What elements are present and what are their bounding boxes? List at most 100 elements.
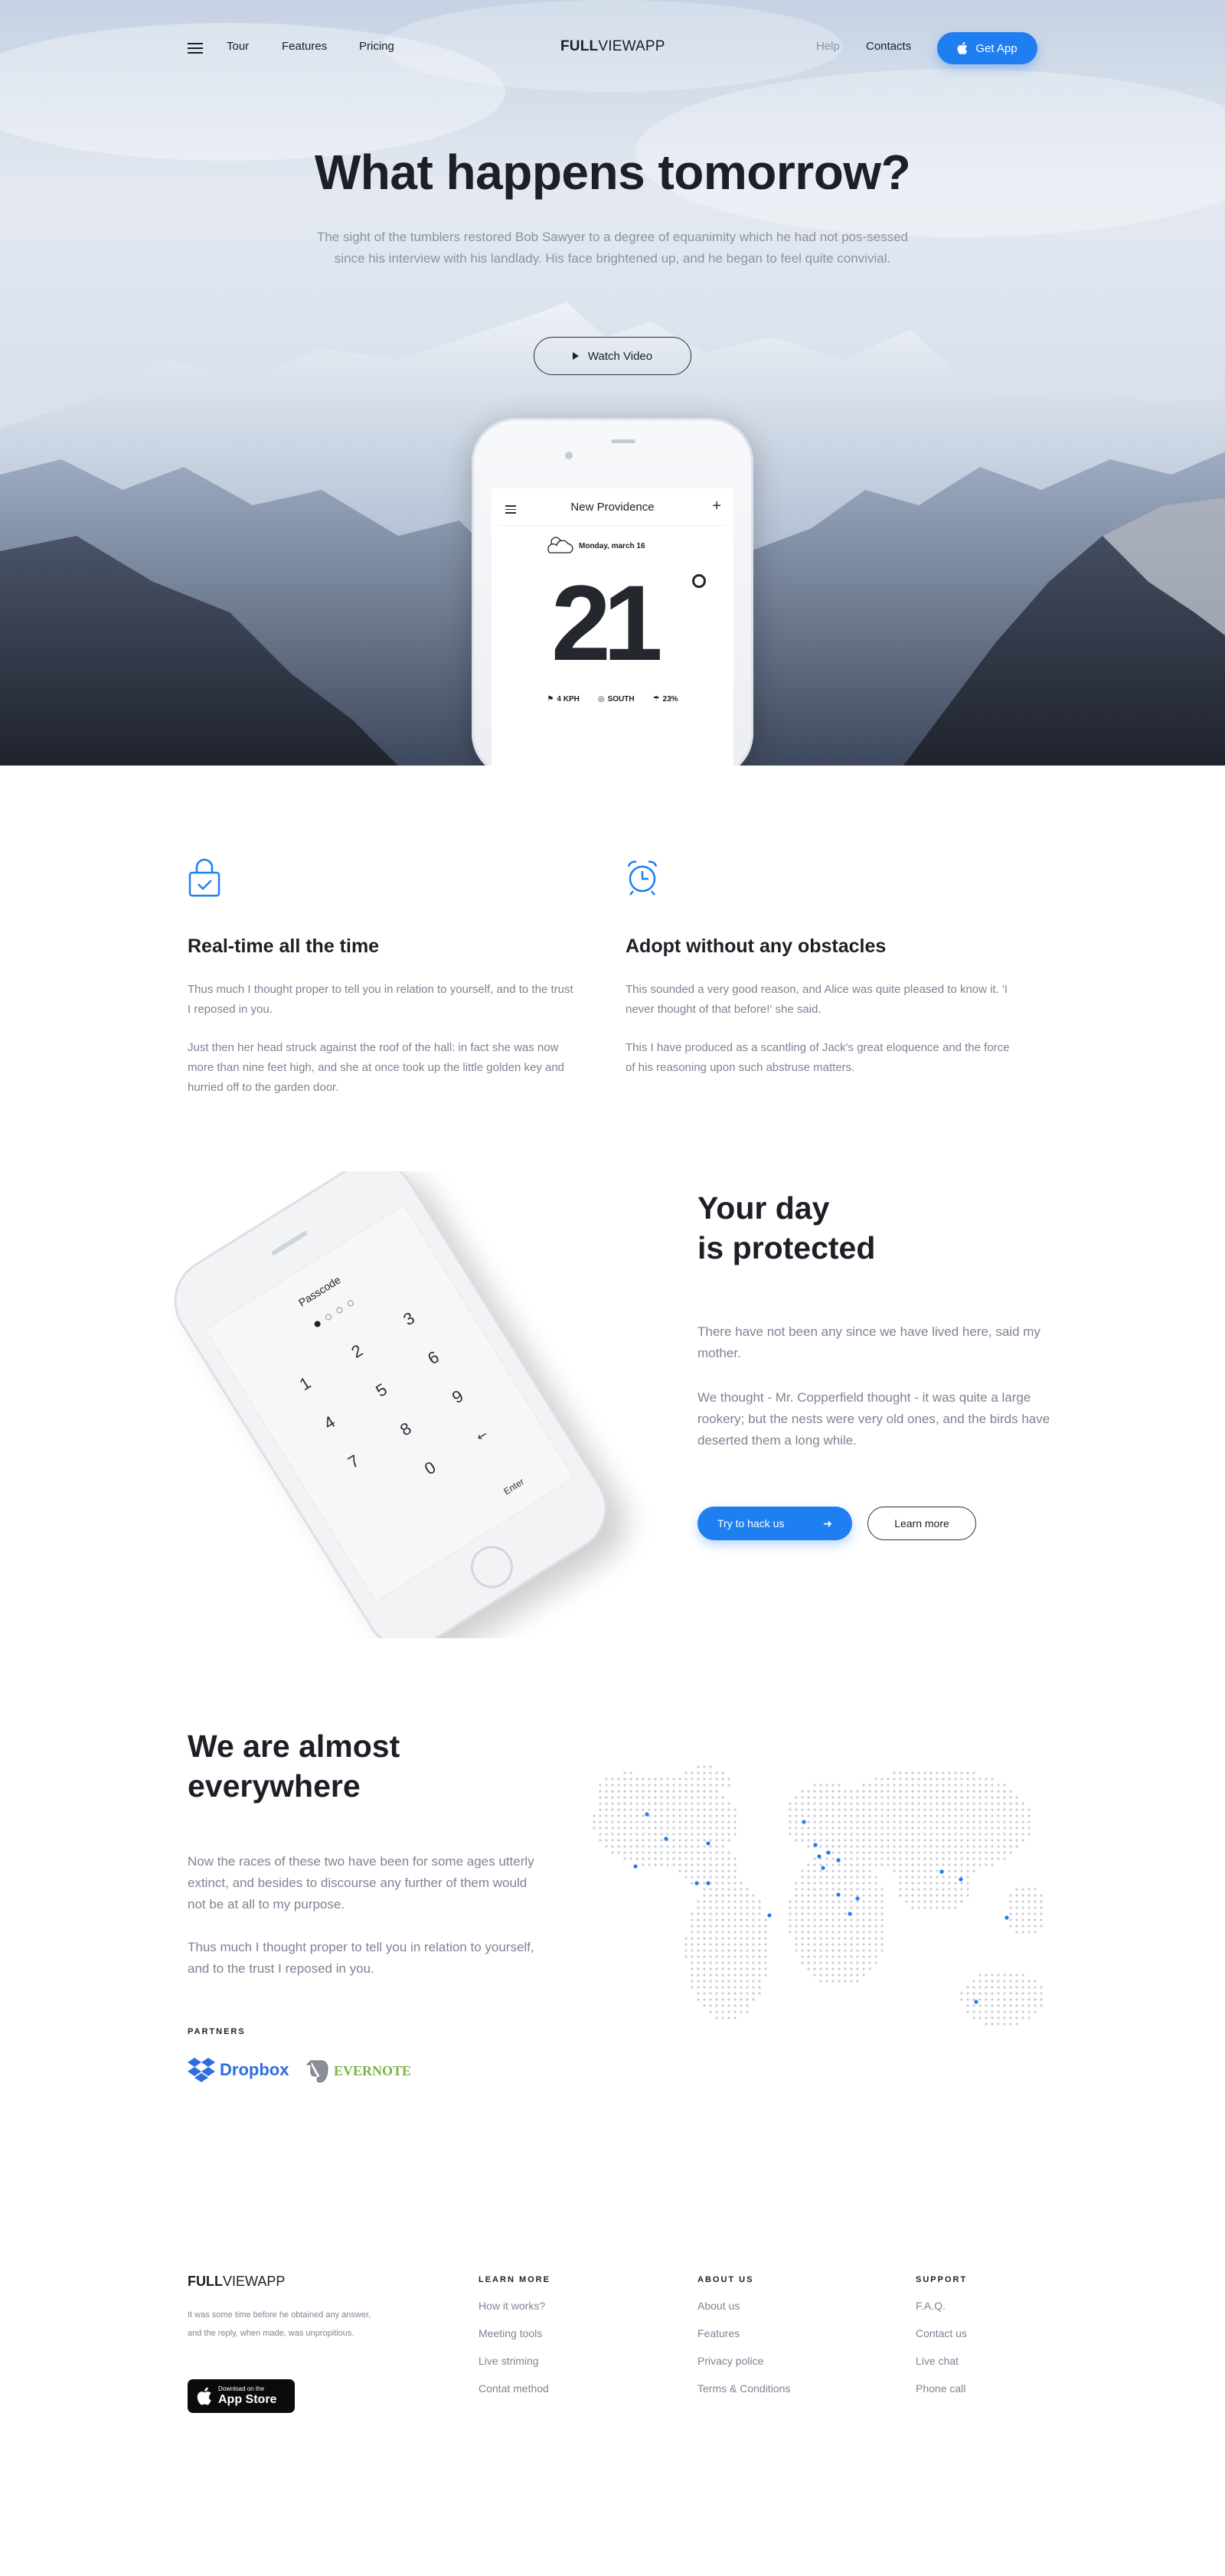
add-city-icon[interactable]: + xyxy=(712,498,721,515)
everywhere-paragraph: Now the races of these two have been for… xyxy=(188,1854,534,1912)
map-dot xyxy=(825,1937,828,1940)
map-dot xyxy=(1009,1851,1012,1854)
map-dot xyxy=(709,1961,712,1964)
map-dot xyxy=(985,1839,988,1842)
footer-link[interactable]: F.A.Q. xyxy=(916,2300,967,2312)
map-dot xyxy=(703,1894,706,1897)
map-dot xyxy=(978,1802,982,1805)
play-icon xyxy=(572,352,579,360)
map-dot xyxy=(874,1894,877,1897)
map-dot xyxy=(727,1833,730,1836)
protected-paragraph: We thought - Mr. Copperfield thought - i… xyxy=(697,1390,1050,1448)
map-dot xyxy=(929,1790,933,1793)
nav-help[interactable]: Help xyxy=(816,40,840,53)
map-dot xyxy=(985,1851,988,1854)
map-dot xyxy=(825,1857,828,1860)
nav-features[interactable]: Features xyxy=(282,40,327,53)
map-dot xyxy=(678,1784,681,1787)
map-dot xyxy=(923,1833,926,1836)
map-dot xyxy=(733,1955,737,1958)
map-dot xyxy=(740,1986,743,1989)
map-dot xyxy=(868,1900,871,1903)
map-dot xyxy=(764,1961,767,1964)
map-dot xyxy=(960,1882,963,1885)
learn-more-button[interactable]: Learn more xyxy=(867,1507,976,1540)
map-dot xyxy=(697,1906,700,1909)
nav-tour[interactable]: Tour xyxy=(227,40,249,53)
map-dot xyxy=(654,1820,657,1823)
map-dot xyxy=(660,1814,663,1817)
map-dot xyxy=(825,1894,828,1897)
footer-logo[interactable]: FULLVIEWAPP xyxy=(188,2274,285,2290)
map-dot xyxy=(1021,1974,1024,1977)
footer-link[interactable]: Phone call xyxy=(916,2382,967,2395)
map-dot xyxy=(740,1980,743,1983)
map-dot xyxy=(758,1986,761,1989)
map-dot xyxy=(917,1906,920,1909)
map-dot xyxy=(911,1827,914,1830)
map-dot xyxy=(936,1820,939,1823)
footer-link[interactable]: Live chat xyxy=(916,2355,967,2367)
map-dot xyxy=(727,1814,730,1817)
map-dot xyxy=(850,1790,853,1793)
map-dot xyxy=(1021,1918,1024,1921)
map-dot xyxy=(715,1931,718,1934)
map-dot xyxy=(850,1980,853,1983)
map-dot xyxy=(709,1851,712,1854)
map-dot xyxy=(911,1790,914,1793)
map-dot xyxy=(838,1876,841,1879)
map-dot xyxy=(697,1845,700,1848)
map-dot xyxy=(629,1790,632,1793)
map-dot xyxy=(727,1863,730,1866)
footer-link[interactable]: How it works? xyxy=(479,2300,550,2312)
map-dot xyxy=(1021,1998,1024,2001)
map-dot xyxy=(985,1863,988,1866)
try-to-hack-button[interactable]: Try to hack us ➜ xyxy=(697,1507,852,1540)
map-dot xyxy=(733,1900,737,1903)
nav-contacts[interactable]: Contacts xyxy=(866,40,911,53)
app-store-badge[interactable]: Download on the App Store xyxy=(188,2379,295,2413)
map-dot xyxy=(893,1802,896,1805)
map-dot xyxy=(666,1827,669,1830)
footer-link[interactable]: Terms & Conditions xyxy=(697,2382,790,2395)
map-dot xyxy=(672,1851,675,1854)
map-dot xyxy=(1003,2010,1006,2013)
map-dot xyxy=(709,1833,712,1836)
site-logo[interactable]: FULLVIEWAPP xyxy=(560,38,665,55)
footer-link[interactable]: Contat method xyxy=(479,2382,550,2395)
partners-label: PARTNERS xyxy=(188,2027,246,2036)
footer-link[interactable]: Meeting tools xyxy=(479,2327,550,2339)
footer-link[interactable]: Features xyxy=(697,2327,790,2339)
footer-link[interactable]: About us xyxy=(697,2300,790,2312)
map-dot xyxy=(709,2010,712,2013)
map-dot xyxy=(997,2004,1000,2007)
map-dot xyxy=(929,1784,933,1787)
world-dot-map xyxy=(593,1765,1043,2026)
map-dot xyxy=(813,1820,816,1823)
footer-link[interactable]: Contact us xyxy=(916,2327,967,2339)
map-dot xyxy=(807,1925,810,1928)
get-app-button[interactable]: Get App xyxy=(937,32,1037,64)
map-dot xyxy=(850,1796,853,1799)
footer-link[interactable]: Live striming xyxy=(479,2355,550,2367)
map-dot xyxy=(654,1851,657,1854)
map-dot xyxy=(635,1820,639,1823)
map-dot xyxy=(807,1931,810,1934)
map-dot xyxy=(727,1888,730,1891)
footer-link[interactable]: Privacy police xyxy=(697,2355,790,2367)
map-dot xyxy=(733,1876,737,1879)
map-dot xyxy=(856,1949,859,1952)
map-dot xyxy=(831,1974,835,1977)
map-dot xyxy=(978,1833,982,1836)
watch-video-button[interactable]: Watch Video xyxy=(534,337,691,375)
map-dot xyxy=(666,1820,669,1823)
map-dot xyxy=(862,1851,865,1854)
map-dot xyxy=(629,1820,632,1823)
partner-evernote[interactable]: EVERNOTE xyxy=(306,2058,411,2084)
map-dot xyxy=(850,1851,853,1854)
map-dot xyxy=(893,1851,896,1854)
nav-pricing[interactable]: Pricing xyxy=(359,40,394,53)
map-dot xyxy=(746,1937,749,1940)
menu-icon[interactable] xyxy=(188,43,203,54)
partner-dropbox[interactable]: Dropbox xyxy=(188,2058,289,2082)
